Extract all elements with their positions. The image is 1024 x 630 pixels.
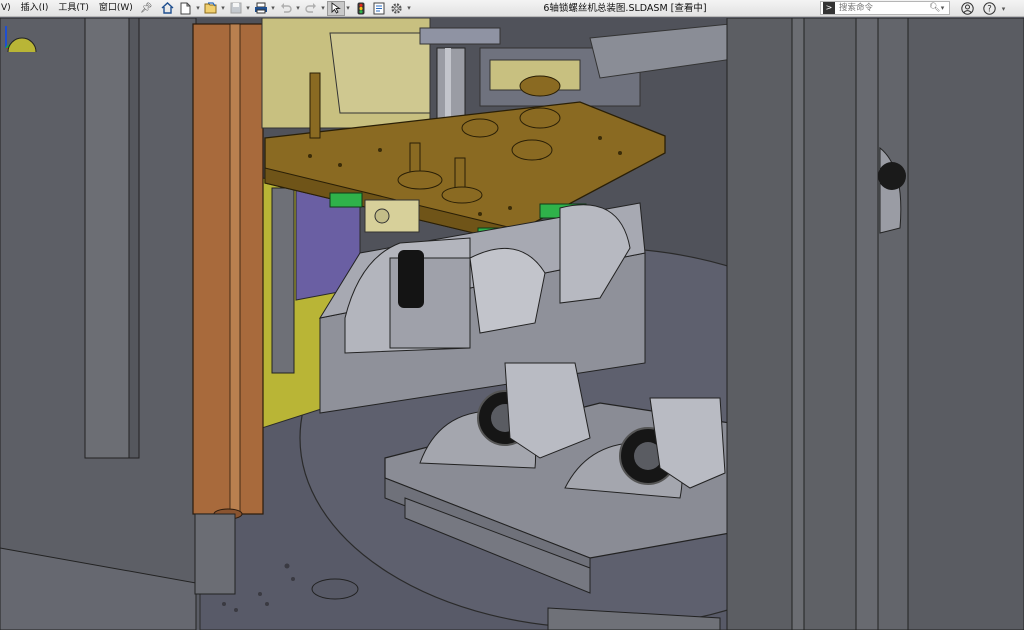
redo-dropdown-caret[interactable]: ▾ [320, 4, 327, 12]
menu-view[interactable]: V) [0, 0, 16, 17]
print-dropdown-caret[interactable]: ▾ [270, 4, 277, 12]
graphics-viewport[interactable] [0, 18, 1024, 630]
print-icon[interactable] [252, 1, 270, 16]
pin-icon[interactable]: 📌︎ [140, 3, 153, 14]
menu-window[interactable]: 窗口(W) [94, 0, 138, 17]
user-account-icon[interactable] [956, 0, 978, 17]
undo-dropdown-caret[interactable]: ▾ [295, 4, 302, 12]
home-icon[interactable] [159, 1, 177, 16]
redo-icon[interactable] [302, 1, 320, 16]
search-icon[interactable]: 🔍︎ [929, 3, 940, 13]
axis-triad-icon [5, 26, 37, 52]
file-properties-icon[interactable] [370, 1, 388, 16]
title-toolbar: V) 插入(I) 工具(T) 窗口(W) 📌︎ ▾ ▾ ▾ ▾ ▾ ▾ ▾ ▾ … [0, 0, 1024, 17]
undo-icon[interactable] [277, 1, 295, 16]
open-folder-icon[interactable] [202, 1, 220, 16]
new-dropdown-caret[interactable]: ▾ [195, 4, 202, 12]
select-dropdown-caret[interactable]: ▾ [345, 4, 352, 12]
traffic-light-icon[interactable] [352, 1, 370, 16]
open-dropdown-caret[interactable]: ▾ [220, 4, 227, 12]
menu-insert[interactable]: 插入(I) [16, 0, 54, 17]
command-search[interactable]: > 🔍︎ ▾ [820, 1, 950, 15]
search-dropdown-caret[interactable]: ▾ [939, 4, 946, 12]
help-toolbar: ? ▾ [956, 0, 1007, 17]
options-dropdown-caret[interactable]: ▾ [406, 4, 413, 12]
help-dropdown-caret[interactable]: ▾ [1000, 5, 1007, 13]
options-gear-icon[interactable] [388, 1, 406, 16]
save-dropdown-caret[interactable]: ▾ [245, 4, 252, 12]
document-title: 6轴锁螺丝机总装图.SLDASM [查看中] [543, 3, 707, 14]
search-input[interactable] [837, 2, 929, 14]
save-icon[interactable] [227, 1, 245, 16]
select-arrow-icon[interactable] [326, 0, 345, 16]
assembly-model-render [0, 18, 1024, 630]
svg-text:?: ? [987, 5, 992, 15]
help-icon[interactable]: ? [978, 0, 1000, 17]
menu-tools[interactable]: 工具(T) [53, 0, 94, 17]
new-document-icon[interactable] [177, 1, 195, 16]
menu-bar: V) 插入(I) 工具(T) 窗口(W) 📌︎ [0, 0, 159, 17]
standard-toolbar: ▾ ▾ ▾ ▾ ▾ ▾ ▾ ▾ [159, 0, 413, 17]
command-prompt-icon: > [823, 2, 835, 14]
solidworks-window: V) 插入(I) 工具(T) 窗口(W) 📌︎ ▾ ▾ ▾ ▾ ▾ ▾ ▾ ▾ … [0, 0, 1024, 630]
